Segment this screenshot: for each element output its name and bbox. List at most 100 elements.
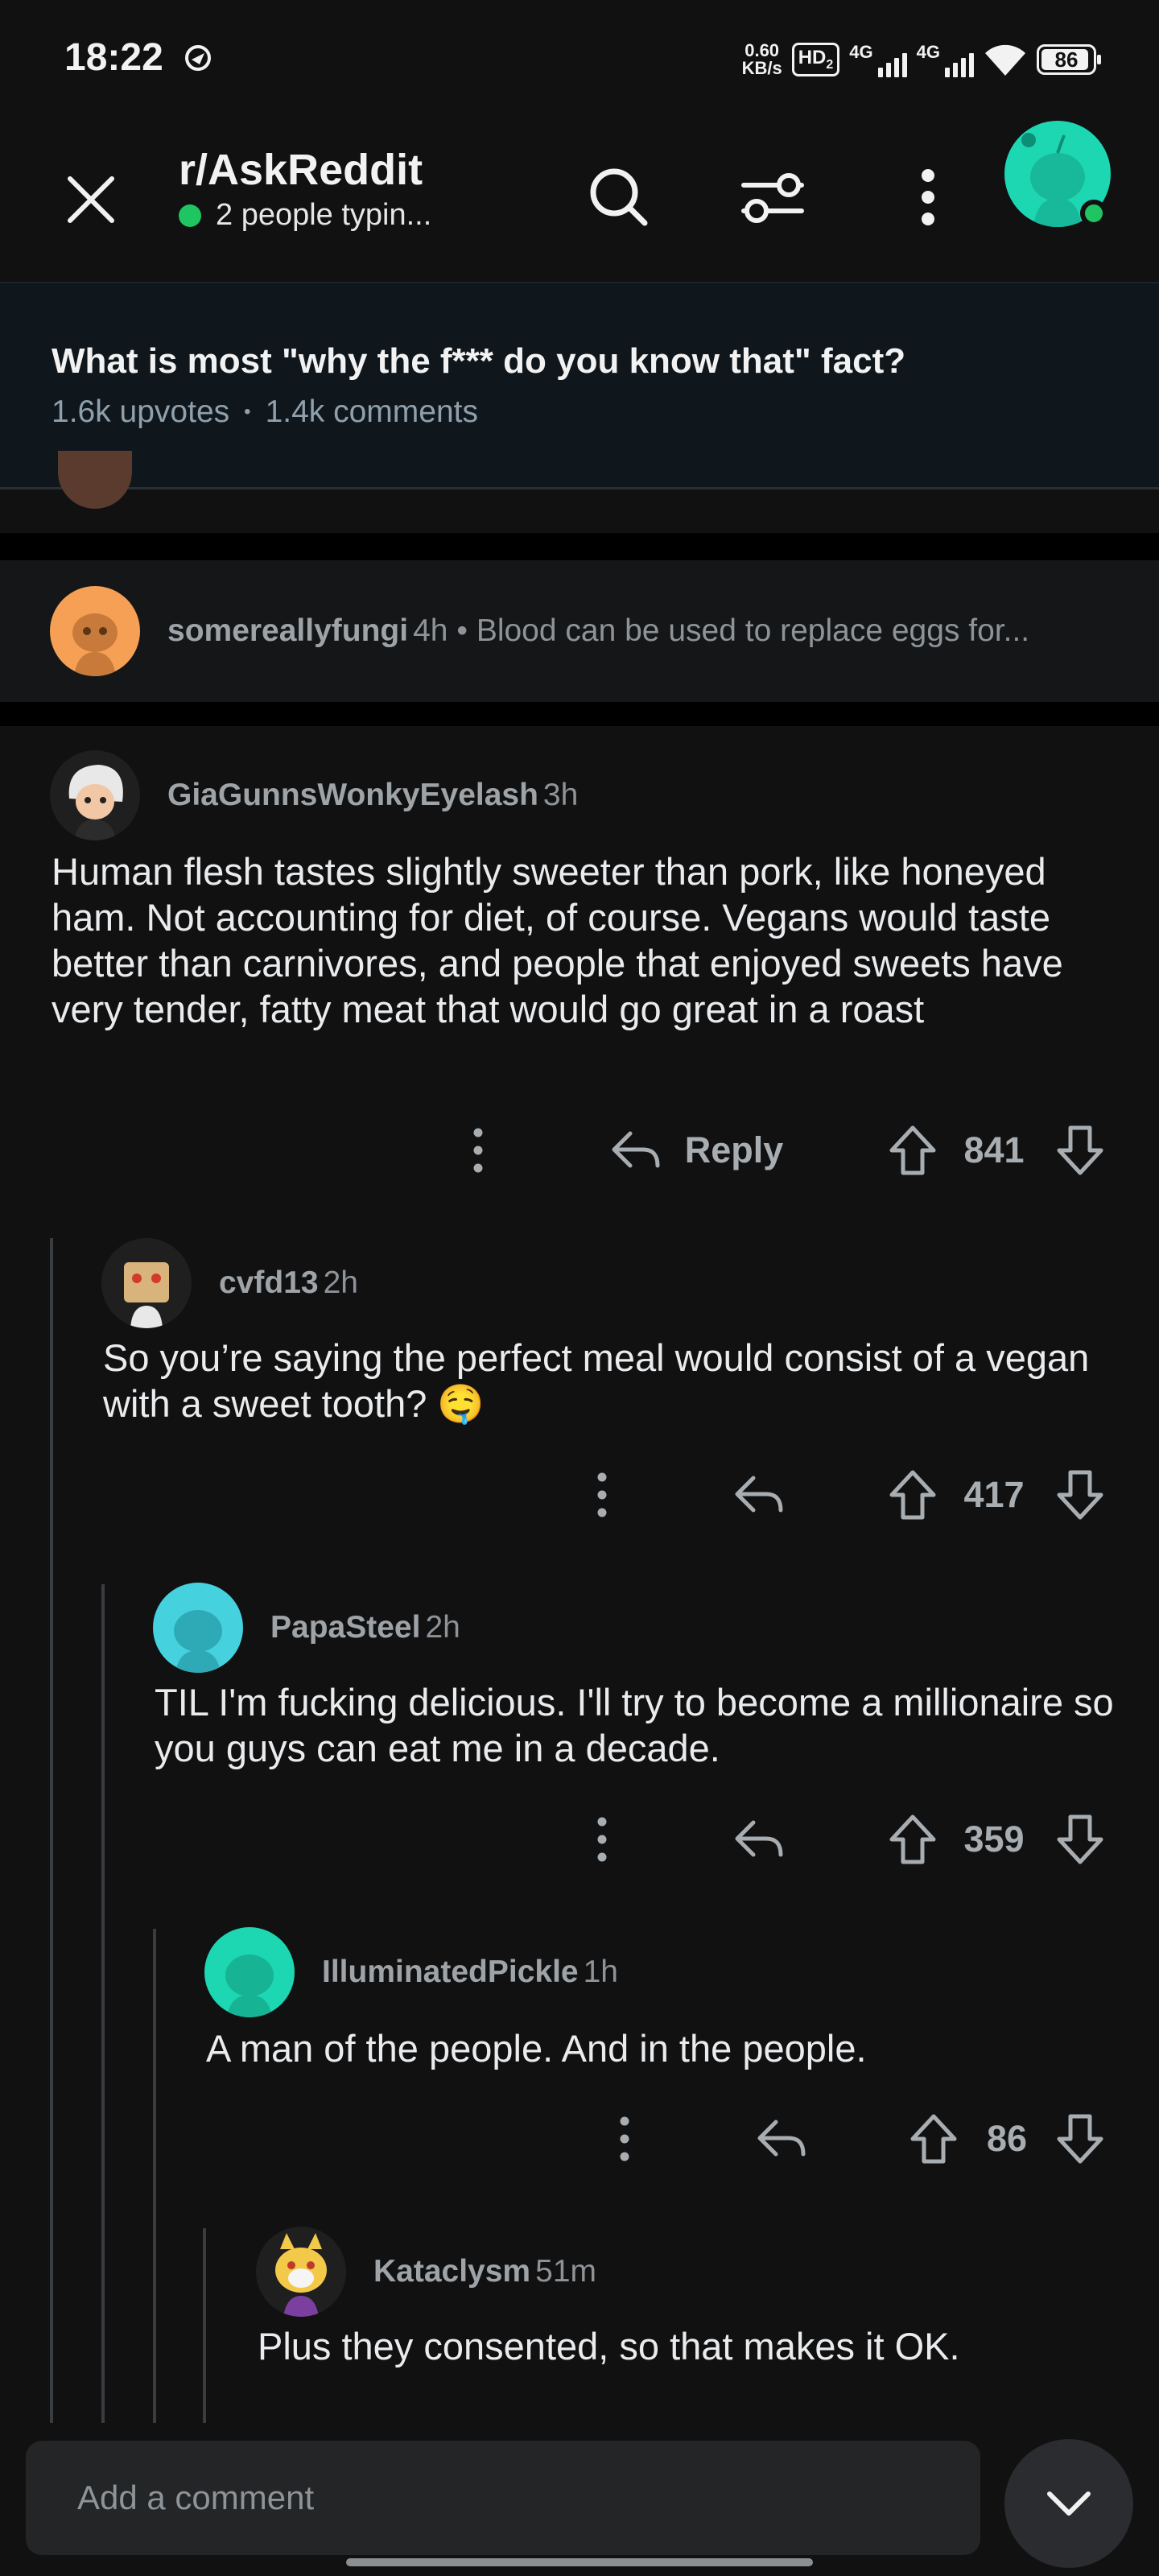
comment-composer: Add a comment xyxy=(0,2423,1159,2576)
home-indicator[interactable] xyxy=(346,2558,813,2566)
close-icon xyxy=(67,175,114,223)
post-title[interactable]: What is most "why the f*** do you know t… xyxy=(52,341,905,382)
upvote-icon xyxy=(889,1814,936,1864)
overflow-menu-button[interactable] xyxy=(884,153,972,242)
online-dot xyxy=(179,204,201,227)
thread-line[interactable] xyxy=(153,1929,156,2423)
more-vertical-icon xyxy=(473,1128,483,1173)
thread-line[interactable] xyxy=(101,1584,105,2423)
reply-button[interactable] xyxy=(723,1803,795,1876)
vote-score: 417 xyxy=(963,1474,1025,1515)
downvote-button[interactable] xyxy=(1048,1803,1112,1876)
network-speed: 0.60 KB/s xyxy=(741,40,782,78)
comment-header: somereallyfungi 4h • Blood can be used to… xyxy=(167,613,1029,649)
comment-actions: 417 xyxy=(0,1459,1159,1531)
username[interactable]: Kataclysm xyxy=(373,2254,530,2289)
username[interactable]: cvfd13 xyxy=(219,1265,319,1300)
wifi-icon xyxy=(985,44,1025,76)
more-options-button[interactable] xyxy=(570,1803,634,1876)
username[interactable]: GiaGunnsWonkyEyelash xyxy=(167,778,538,812)
downvote-icon xyxy=(1057,2114,1103,2164)
more-vertical-icon xyxy=(597,1472,607,1517)
comment-header: cvfd13 2h xyxy=(219,1265,358,1301)
snoo-avatar-icon xyxy=(174,1610,222,1673)
downvote-icon xyxy=(1057,1125,1103,1175)
avatar[interactable] xyxy=(153,1583,243,1673)
post-summary[interactable]: What is most "why the f*** do you know t… xyxy=(0,282,1159,489)
comment-body: So you’re saying the perfect meal would … xyxy=(103,1336,1090,1425)
status-icons: 0.60 KB/s HD2 4G 4G 86 xyxy=(741,35,1101,84)
status-bar: 18:22 0.60 KB/s HD2 4G 4G 86 xyxy=(0,0,1159,121)
comment-preview: • Blood can be used to replace eggs for.… xyxy=(456,613,1030,648)
downvote-button[interactable] xyxy=(1048,1114,1112,1187)
upvote-button[interactable] xyxy=(881,1459,945,1531)
comment-age: 2h xyxy=(425,1610,460,1645)
username[interactable]: PapaSteel xyxy=(270,1610,420,1645)
sliders-icon xyxy=(741,173,804,223)
avatar[interactable] xyxy=(50,586,140,676)
downvote-button[interactable] xyxy=(1048,2103,1112,2175)
sort-filter-button[interactable] xyxy=(728,153,817,242)
thread-line[interactable] xyxy=(203,2228,206,2423)
upvote-button[interactable] xyxy=(881,1114,945,1187)
upvote-icon xyxy=(910,2114,957,2164)
upvote-count: 1.6k upvotes xyxy=(52,394,230,429)
comment-age: 3h xyxy=(542,778,579,812)
collapse-button[interactable] xyxy=(1004,2439,1133,2568)
avatar[interactable] xyxy=(256,2227,346,2317)
collapsed-comment[interactable]: somereallyfungi 4h • Blood can be used to… xyxy=(0,560,1159,702)
post-stats: 1.6k upvotes • 1.4k comments xyxy=(52,394,478,430)
more-options-button[interactable] xyxy=(446,1114,510,1187)
avatar[interactable] xyxy=(101,1238,192,1328)
avatar[interactable] xyxy=(204,1927,295,2017)
comment-age: 51m xyxy=(535,2254,596,2289)
avatar[interactable] xyxy=(50,750,140,840)
signal-icon: 4G xyxy=(849,42,907,77)
comment-body: Human flesh tastes slightly sweeter than… xyxy=(52,850,1063,1030)
snoo-avatar-icon xyxy=(72,613,118,676)
vote-score: 359 xyxy=(963,1818,1025,1860)
comment-body: TIL I'm fucking delicious. I'll try to b… xyxy=(155,1681,1114,1769)
downvote-icon xyxy=(1057,1814,1103,1864)
signal-icon: 4G xyxy=(917,42,974,77)
username[interactable]: somereallyfungi xyxy=(167,613,408,648)
comment-body: A man of the people. And in the people. xyxy=(206,2027,867,2070)
partial-avatar xyxy=(58,451,132,509)
more-options-button[interactable] xyxy=(592,2103,657,2175)
comment-age: 2h xyxy=(323,1265,358,1300)
upvote-button[interactable] xyxy=(881,1803,945,1876)
separator: • xyxy=(244,401,251,423)
custom-avatar-icon xyxy=(124,1262,169,1328)
custom-avatar-icon xyxy=(68,765,123,840)
comment-actions: 359 xyxy=(0,1803,1159,1876)
comment-header: Kataclysm 51m xyxy=(373,2254,596,2289)
reply-icon xyxy=(612,1131,660,1168)
comment-body: Plus they consented, so that makes it OK… xyxy=(258,2325,960,2368)
more-options-button[interactable] xyxy=(570,1459,634,1531)
reply-button[interactable] xyxy=(745,2103,818,2175)
comment-age: 4h xyxy=(413,613,448,648)
app-header: r/AskReddit 2 people typin... xyxy=(0,121,1159,282)
chevron-down-icon xyxy=(1047,2491,1091,2516)
vote-score: 841 xyxy=(963,1129,1025,1170)
add-comment-input[interactable]: Add a comment xyxy=(26,2441,980,2555)
snoo-avatar-icon xyxy=(225,1955,274,2017)
comment-header: GiaGunnsWonkyEyelash 3h xyxy=(167,778,578,813)
comment-actions: 86 xyxy=(0,2103,1159,2175)
reply-button[interactable] xyxy=(723,1459,795,1531)
location-icon xyxy=(185,45,211,71)
reply-button[interactable]: Reply xyxy=(600,1114,794,1187)
online-status-dot xyxy=(1080,200,1107,227)
more-vertical-icon xyxy=(620,2116,629,2161)
reply-icon xyxy=(757,2120,806,2157)
reply-icon xyxy=(735,1476,783,1513)
upvote-button[interactable] xyxy=(901,2103,966,2175)
downvote-icon xyxy=(1057,1470,1103,1520)
downvote-button[interactable] xyxy=(1048,1459,1112,1531)
more-vertical-icon xyxy=(597,1817,607,1862)
username[interactable]: IlluminatedPickle xyxy=(322,1955,579,1989)
subreddit-name[interactable]: r/AskReddit xyxy=(179,145,423,195)
close-button[interactable] xyxy=(56,165,125,233)
more-vertical-icon xyxy=(922,169,934,225)
search-button[interactable] xyxy=(575,153,663,242)
